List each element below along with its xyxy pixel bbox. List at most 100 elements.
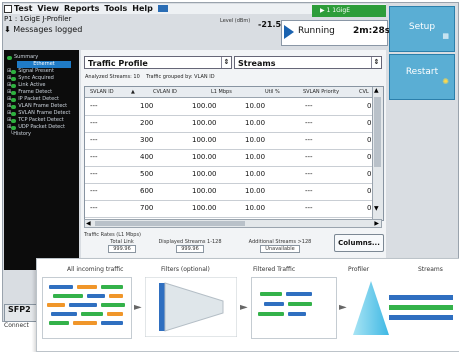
table-cell: 700: [140, 204, 154, 212]
menu-help[interactable]: Help: [132, 4, 153, 13]
menu-view[interactable]: View: [37, 4, 59, 13]
tree-item-svlan-frame[interactable]: ⊞ SVLAN Frame Detect: [7, 110, 76, 117]
tree-item-vlan-frame[interactable]: ⊞ VLAN Frame Detect: [7, 103, 76, 110]
tree-label: VLAN Frame Detect: [18, 103, 68, 109]
table-cell: 100.00: [192, 187, 217, 195]
tree-label: Sync Acquired: [18, 75, 54, 81]
column-header[interactable]: L1 Mbps: [211, 87, 232, 97]
tree-item-history[interactable]: └ History: [7, 131, 76, 138]
grouped-by: Traffic grouped by: VLAN ID: [146, 74, 215, 80]
tree-label: History: [13, 131, 31, 137]
column-header[interactable]: SVLAN Priority: [303, 87, 339, 97]
help-book-icon[interactable]: [157, 5, 168, 12]
level-value: -21.5: [258, 20, 282, 29]
scroll-up-icon[interactable]: ▲: [374, 87, 379, 94]
displayed-streams-rate: Displayed Streams 1-128 999.96: [150, 239, 230, 253]
scroll-left-icon[interactable]: ◀: [86, 220, 91, 227]
table-row[interactable]: --- 100 100.00 10.00 --- 0: [85, 98, 373, 116]
restart-button[interactable]: Restart ✺: [389, 54, 455, 100]
table-cell: ---: [305, 153, 313, 161]
all-incoming-label: All incoming traffic: [67, 266, 124, 273]
column-header[interactable]: Util %: [265, 87, 280, 97]
profiler-label: Profiler: [348, 266, 370, 273]
status-led-icon: [11, 125, 17, 130]
table-cell: 0: [367, 119, 372, 127]
menu-reports[interactable]: Reports: [64, 4, 99, 13]
profile-select-value: Traffic Profile: [88, 59, 148, 68]
table-cell: ---: [90, 204, 98, 212]
table-row[interactable]: --- 300 100.00 10.00 --- 0: [85, 132, 373, 150]
tree-item-ip-packet[interactable]: ⊞ IP Packet Detect: [7, 96, 76, 103]
tree-item-link-active[interactable]: ⊞ Link Active: [7, 82, 76, 89]
table-cell: ---: [305, 187, 313, 195]
tree-label: UDP Packet Detect: [18, 124, 65, 130]
sfp-tab[interactable]: SFP2: [4, 304, 38, 322]
view-select[interactable]: Streams ⇕: [234, 56, 382, 69]
table-cell: ---: [305, 136, 313, 144]
scroll-down-icon[interactable]: ▼: [374, 205, 379, 212]
table-cell: 100.00: [192, 102, 217, 110]
messages-label: Messages logged: [13, 25, 83, 34]
table-cell: 10.00: [245, 119, 266, 127]
status-led-icon: [11, 69, 17, 74]
column-header[interactable]: CVLAN ID: [153, 87, 177, 97]
menu-test[interactable]: Test: [14, 4, 32, 13]
table-cell: 0: [367, 153, 372, 161]
tree-item-signal-present[interactable]: ⊞ Signal Present: [7, 68, 76, 75]
profile-select[interactable]: Traffic Profile ⇕: [84, 56, 232, 69]
table-cell: 100.00: [192, 170, 217, 178]
table-cell: 10.00: [245, 153, 266, 161]
tree-label: SVLAN Frame Detect: [18, 110, 71, 116]
table-cell: 10.00: [245, 204, 266, 212]
tree-item-ethernet[interactable]: Ethernet: [7, 61, 76, 68]
tree-label: Link Active: [18, 82, 46, 88]
scroll-thumb[interactable]: [95, 221, 245, 226]
table-row[interactable]: --- 700 100.00 10.00 --- 0: [85, 200, 373, 218]
table-cell: 200: [140, 119, 154, 127]
table-header: SVLAN ID ▲ CVLAN ID L1 Mbps Util % SVLAN…: [85, 87, 383, 98]
table-cell: 100.00: [192, 119, 217, 127]
tree-item-frame-detect[interactable]: ⊞ Frame Detect: [7, 89, 76, 96]
setup-label: Setup: [408, 22, 436, 32]
column-header[interactable]: CVL: [359, 87, 369, 97]
status-led-icon: [11, 76, 17, 81]
sort-asc-icon[interactable]: ▲: [131, 87, 135, 97]
horizontal-scrollbar[interactable]: ◀ ▶: [84, 219, 382, 228]
table-cell: 300: [140, 136, 154, 144]
setup-button[interactable]: Setup ▦: [389, 6, 455, 52]
tree-item-udp-packet[interactable]: ⊞ UDP Packet Detect: [7, 124, 76, 131]
vertical-scrollbar[interactable]: ▲ ▼: [372, 87, 383, 220]
table-cell: 10.00: [245, 102, 266, 110]
traffic-flow-diagram: All incoming traffic Filters (optional) …: [36, 258, 459, 352]
additional-streams-rate: Additional Streams >128 Unavailable: [240, 239, 320, 253]
messages-logged[interactable]: ⬇ Messages logged: [4, 25, 82, 34]
table-row[interactable]: --- 200 100.00 10.00 --- 0: [85, 115, 373, 133]
total-link-rate: Total Link 999.96: [102, 239, 142, 253]
tree-item-sync-acquired[interactable]: ⊞ Sync Acquired: [7, 75, 76, 82]
total-link-value: 999.96: [108, 245, 136, 253]
table-cell: 100.00: [192, 204, 217, 212]
table-cell: 0: [367, 136, 372, 144]
table-cell: 10.00: [245, 187, 266, 195]
table-row[interactable]: --- 400 100.00 10.00 --- 0: [85, 149, 373, 167]
scroll-thumb[interactable]: [374, 97, 381, 167]
streams-label: Streams: [418, 266, 443, 273]
table-cell: 100.00: [192, 153, 217, 161]
columns-button[interactable]: Columns...: [334, 234, 384, 252]
filter-funnel-icon: [145, 277, 237, 337]
table-row[interactable]: --- 600 100.00 10.00 --- 0: [85, 183, 373, 201]
tree-item-summary[interactable]: Summary: [7, 54, 76, 61]
menu-tools[interactable]: Tools: [104, 4, 127, 13]
port-status-label: 1 1GigE: [326, 7, 351, 14]
scroll-right-icon[interactable]: ▶: [374, 220, 379, 227]
status-led-icon: [11, 118, 17, 123]
table-cell: 400: [140, 153, 154, 161]
table-cell: 600: [140, 187, 154, 195]
table-row[interactable]: --- 500 100.00 10.00 --- 0: [85, 166, 373, 184]
filters-label: Filters (optional): [161, 266, 210, 273]
connect-label[interactable]: Connect: [4, 322, 29, 329]
test-menu-icon: [4, 4, 12, 13]
table-cell: ---: [90, 119, 98, 127]
tree-item-tcp-packet[interactable]: ⊞ TCP Packet Detect: [7, 117, 76, 124]
column-header[interactable]: SVLAN ID: [90, 87, 114, 97]
